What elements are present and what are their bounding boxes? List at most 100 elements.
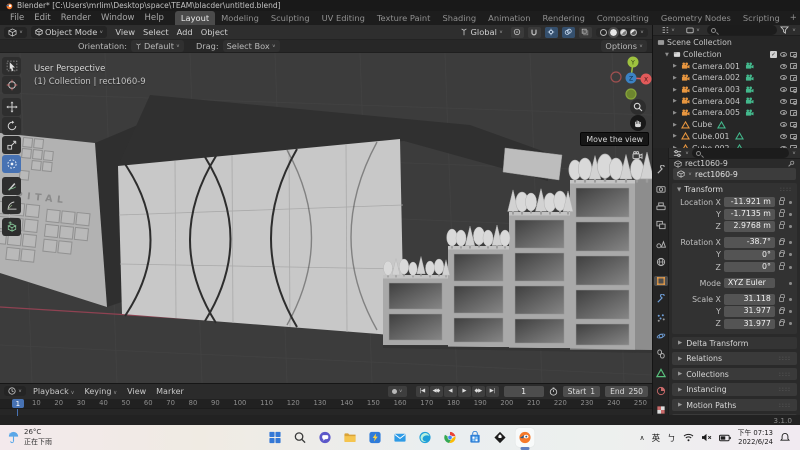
timeline-track[interactable] [0,408,652,415]
drag-setting-dropdown[interactable]: Select Box ∨ [223,40,280,52]
expand-icon[interactable]: ▶ [673,75,679,81]
transform-tool[interactable] [2,155,21,173]
outliner-scope-button[interactable]: ∨ [682,25,704,35]
blender-taskbar-icon[interactable] [516,428,535,447]
camera-view-button[interactable] [629,147,645,163]
expand-icon[interactable]: ▶ [673,122,679,128]
properties-editor-icon[interactable] [673,149,682,158]
zoom-view-button[interactable] [630,99,646,115]
animate-dot-icon[interactable] [789,282,792,285]
animate-dot-icon[interactable] [789,298,792,301]
add-cube-tool[interactable] [2,218,21,236]
lock-icon[interactable] [779,224,785,229]
expand-icon[interactable]: ▶ [673,98,679,104]
outliner-object-row[interactable]: ▶ Camera.001 [653,60,800,72]
physics-tab[interactable] [654,331,668,341]
select-box-tool[interactable] [2,57,21,75]
hide-eye-icon[interactable] [780,110,787,115]
outliner-object-row[interactable]: ▶ Cube.001 [653,131,800,143]
inkscape-icon[interactable] [491,428,510,447]
3d-viewport[interactable]: PITAL [0,53,652,383]
viewport-menu-item[interactable]: Object [197,27,232,37]
expand-icon[interactable]: ▼ [665,52,671,58]
navigation-gizmo[interactable]: Y X Z [608,55,652,103]
animate-dot-icon[interactable] [789,322,792,325]
transport-button[interactable]: ◀◆ [430,386,443,397]
workspace-tab[interactable]: Animation [482,11,536,25]
snap-magnet-button[interactable] [528,27,541,38]
lock-icon[interactable] [779,200,785,205]
snip-tool-icon[interactable] [366,428,385,447]
property-section-header[interactable]: ▶ Motion Paths :::: [672,399,797,412]
cursor-tool[interactable] [2,76,21,94]
gizmos-toggle-button[interactable] [545,27,558,38]
current-frame-field[interactable]: 1 [504,386,544,397]
hide-eye-icon[interactable] [780,134,787,139]
lock-icon[interactable] [779,252,785,257]
modifiers-tab[interactable] [654,294,668,304]
hide-eye-icon[interactable] [780,64,787,69]
filter-icon[interactable] [780,26,789,34]
notifications-bell-icon[interactable] [780,432,790,443]
animate-dot-icon[interactable] [789,241,792,244]
hide-eye-icon[interactable] [780,122,787,127]
timeline-menu-item[interactable]: View [125,387,148,396]
workspace-tab[interactable]: Texture Paint [371,11,437,25]
scene-collection-row[interactable]: Scene Collection [653,37,800,49]
annotate-tool[interactable] [2,177,21,195]
property-section-header[interactable]: ▶ Relations :::: [672,352,797,365]
outliner-object-row[interactable]: ▶ Cube [653,119,800,131]
workspace-tab[interactable]: Layout [175,11,215,25]
chat-app-icon[interactable] [316,428,335,447]
wireframe-shading-button[interactable] [600,29,607,36]
hide-eye-icon[interactable] [780,99,787,104]
tray-chevron-up-icon[interactable]: ∧ [640,434,645,442]
world-tab[interactable] [654,257,668,267]
playhead-frame-badge[interactable]: 1 [12,399,24,408]
frame-end-field[interactable]: End250 [605,386,648,397]
transform-value-field[interactable]: XYZ Euler [724,278,775,289]
frame-start-field[interactable]: Start1 [563,386,600,397]
transform-value-field[interactable]: 31.118 [724,294,775,305]
transform-value-field[interactable]: 31.977 [724,319,775,330]
texture-tab[interactable] [654,404,668,414]
rotate-tool[interactable] [2,117,21,135]
animate-dot-icon[interactable] [789,253,792,256]
animate-dot-icon[interactable] [789,213,792,216]
output-tab[interactable] [654,202,668,212]
transform-value-field[interactable]: 31.977 [724,306,775,317]
microsoft-store-icon[interactable] [466,428,485,447]
start-button[interactable] [266,428,285,447]
disable-render-icon[interactable] [790,87,797,93]
transport-button[interactable]: ◀ [444,386,457,397]
pivot-point-button[interactable] [511,27,524,38]
mail-app-icon[interactable] [391,428,410,447]
transform-value-field[interactable]: -1.7135 m [724,209,775,220]
property-section-header[interactable]: ▶ Delta Transform :::: [672,337,797,350]
disable-render-icon[interactable] [790,52,797,58]
ime-zhuyin-indicator[interactable]: ㄅ [667,432,676,444]
wifi-icon[interactable] [683,433,694,442]
outliner-object-row[interactable]: ▶ Camera.005 [653,107,800,119]
disable-render-icon[interactable] [790,110,797,116]
tool-tab[interactable] [654,165,668,175]
panel-grip-icon[interactable]: :::: [780,186,792,193]
editor-type-button[interactable]: ∨ [4,27,27,38]
properties-search-input[interactable] [692,148,789,158]
disable-render-icon[interactable] [790,75,797,81]
expand-icon[interactable]: ▶ [673,87,679,93]
disable-render-icon[interactable] [790,99,797,105]
speaker-muted-icon[interactable] [701,433,712,442]
overlays-toggle-button[interactable] [562,27,575,38]
expand-icon[interactable]: ▶ [673,63,679,69]
viewport-menu-item[interactable]: Add [173,27,197,37]
hide-eye-icon[interactable] [780,146,787,148]
orientation-setting-dropdown[interactable]: Default ∨ [131,40,184,52]
transform-value-field[interactable]: 2.9768 m [724,221,775,232]
solid-shading-button[interactable] [610,29,617,36]
transform-panel-header[interactable]: ▼ Transform :::: [672,183,797,196]
expand-icon[interactable]: ▶ [673,110,679,116]
workspace-tab[interactable]: Shading [436,11,482,25]
animate-dot-icon[interactable] [789,266,792,269]
scale-tool[interactable] [2,136,21,154]
